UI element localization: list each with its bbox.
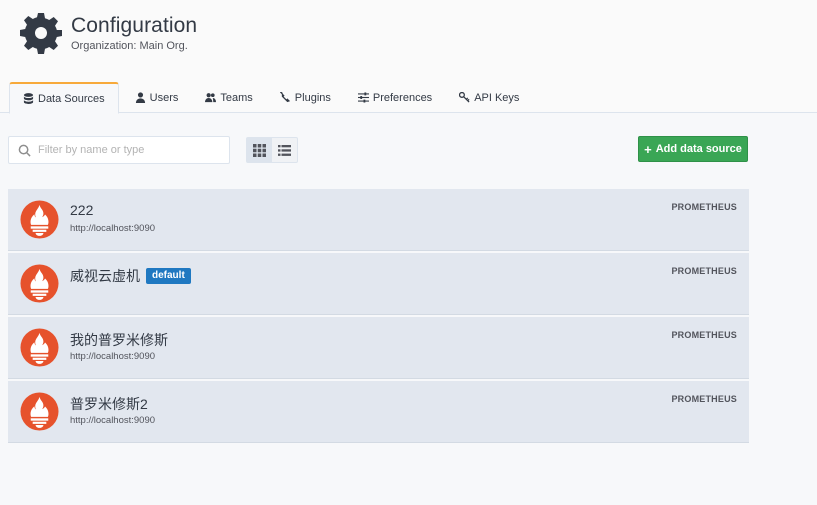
prometheus-logo-icon [20,200,59,239]
user-icon [135,92,145,103]
tab-bar: Data Sources Users Teams Plugins Prefere… [9,82,535,114]
data-source-card[interactable]: 我的普罗米修斯 http://localhost:9090 PROMETHEUS [8,317,749,379]
data-source-name: 威视云虚机 default [70,266,191,286]
data-source-card[interactable]: 威视云虚机 default PROMETHEUS [8,253,749,315]
search-input[interactable] [38,144,229,156]
data-source-card[interactable]: 普罗米修斯2 http://localhost:9090 PROMETHEUS [8,381,749,443]
gear-icon [20,13,62,54]
prometheus-logo-icon [20,328,59,367]
data-source-card[interactable]: 222 http://localhost:9090 PROMETHEUS [8,189,749,251]
tab-plugins[interactable]: Plugins [269,82,342,113]
tab-teams[interactable]: Teams [194,82,263,113]
key-icon [459,92,470,103]
data-source-url: http://localhost:9090 [70,351,156,362]
data-source-url: http://localhost:9090 [70,415,156,426]
tab-users[interactable]: Users [124,82,190,113]
tab-label: Data Sources [38,92,105,105]
data-source-name-text: 222 [70,202,94,218]
grid-view-button[interactable] [246,137,272,163]
add-data-source-label: Add data source [655,143,742,155]
data-source-type: PROMETHEUS [671,266,737,276]
default-badge: default [146,268,191,284]
data-source-name: 普罗米修斯2 [70,394,148,414]
page-header: Configuration Organization: Main Org. Da… [0,0,817,114]
search-box [8,136,230,164]
tab-label: Users [149,91,179,104]
add-data-source-button[interactable]: + Add data source [638,136,748,162]
prometheus-logo-icon [20,392,59,431]
data-source-name-text: 普罗米修斯2 [70,396,148,412]
tab-label: Plugins [294,91,331,104]
tab-label: Teams [220,91,253,104]
data-source-name: 我的普罗米修斯 [70,330,168,350]
list-view-button[interactable] [272,137,298,163]
tab-data-sources[interactable]: Data Sources [9,82,119,114]
page-subtitle: Organization: Main Org. [71,40,188,52]
sliders-icon [357,92,369,103]
data-source-name-text: 我的普罗米修斯 [70,332,168,348]
data-source-type: PROMETHEUS [671,202,737,212]
prometheus-logo-icon [20,264,59,303]
data-source-type: PROMETHEUS [671,394,737,404]
tab-label: Preferences [372,91,433,104]
search-icon [18,144,31,157]
list-icon [278,144,291,156]
data-source-type: PROMETHEUS [671,330,737,340]
database-icon [23,93,34,104]
data-source-name: 222 [70,202,93,218]
plug-icon [279,92,290,103]
grid-icon [252,143,266,157]
view-toggle [246,137,298,163]
data-source-url: http://localhost:9090 [70,223,156,234]
tab-preferences[interactable]: Preferences [347,82,443,113]
users-icon [205,93,217,103]
page-title: Configuration [71,14,198,37]
plus-icon: + [644,141,652,157]
data-source-name-text: 威视云虚机 [70,268,140,284]
tab-label: API Keys [474,91,520,104]
tab-api-keys[interactable]: API Keys [448,82,530,113]
data-source-list: 222 http://localhost:9090 PROMETHEUS 威视云… [8,189,749,445]
